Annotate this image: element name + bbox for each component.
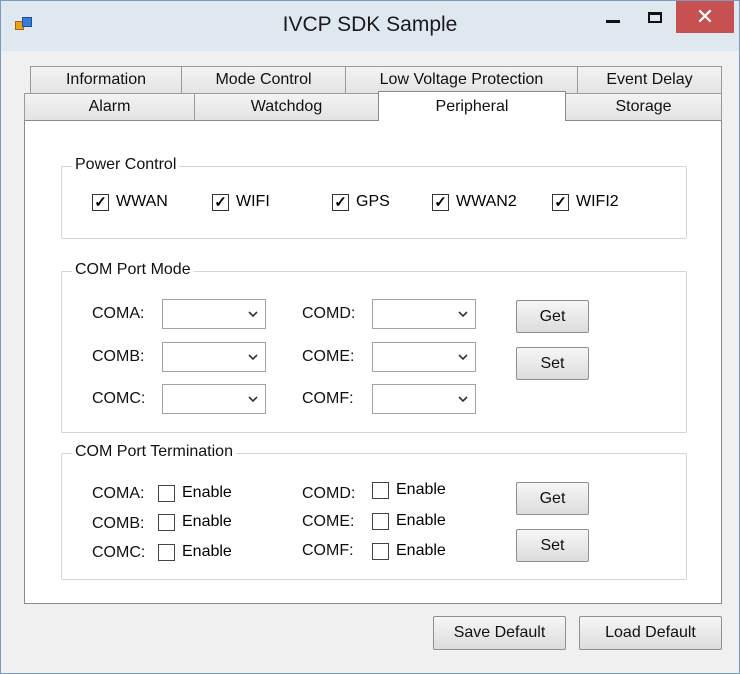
comf-label: COMF: xyxy=(302,390,354,407)
wwan2-checkbox[interactable]: ✓ WWAN2 xyxy=(432,193,517,211)
gps-checkbox[interactable]: ✓ GPS xyxy=(332,193,390,211)
comb-enable-checkbox[interactable]: Enable xyxy=(158,513,232,531)
tab-peripheral[interactable]: Peripheral xyxy=(378,91,566,121)
wifi2-checkbox[interactable]: ✓ WIFI2 xyxy=(552,193,619,211)
load-default-button[interactable]: Load Default xyxy=(579,616,722,650)
termination-set-button[interactable]: Set xyxy=(516,529,589,562)
close-icon: ✕ xyxy=(695,4,715,29)
tab-alarm[interactable]: Alarm xyxy=(24,93,195,120)
com-port-termination-group: COM Port Termination COMA: Enable COMB: … xyxy=(61,443,687,580)
tab-low-voltage-protection[interactable]: Low Voltage Protection xyxy=(345,66,578,93)
checkmark-icon: ✓ xyxy=(212,193,229,211)
com-port-mode-group: COM Port Mode COMA: COMB: COMC: COMD: CO… xyxy=(61,261,687,433)
wifi-checkbox[interactable]: ✓ WIFI xyxy=(212,193,270,211)
tab-storage[interactable]: Storage xyxy=(565,93,722,120)
coma-term-label: COMA: xyxy=(92,485,145,502)
close-button[interactable]: ✕ xyxy=(676,1,734,33)
comc-term-label: COMC: xyxy=(92,544,146,561)
mode-get-button[interactable]: Get xyxy=(516,300,589,333)
tab-mode-control[interactable]: Mode Control xyxy=(181,66,346,93)
chevron-down-icon xyxy=(248,396,258,403)
comd-enable-checkbox[interactable]: Enable xyxy=(372,481,446,499)
chevron-down-icon xyxy=(458,354,468,361)
comb-mode-select[interactable] xyxy=(162,342,266,372)
comb-label: COMB: xyxy=(92,348,145,365)
title-bar[interactable]: IVCP SDK Sample ✕ xyxy=(1,1,739,51)
checkmark-icon: ✓ xyxy=(92,193,109,211)
coma-enable-checkbox[interactable]: Enable xyxy=(158,484,232,502)
minimize-button[interactable] xyxy=(589,1,637,33)
comc-mode-select[interactable] xyxy=(162,384,266,414)
com-port-termination-title: COM Port Termination xyxy=(72,443,236,461)
power-control-title: Power Control xyxy=(72,156,180,174)
come-mode-select[interactable] xyxy=(372,342,476,372)
mode-set-button[interactable]: Set xyxy=(516,347,589,380)
peripheral-tab-panel: Power Control ✓ WWAN ✓ WIFI ✓ GPS ✓ WWAN2 ✓ W… xyxy=(24,120,722,604)
tab-event-delay[interactable]: Event Delay xyxy=(577,66,722,93)
comb-term-label: COMB: xyxy=(92,515,145,532)
comd-mode-select[interactable] xyxy=(372,299,476,329)
chevron-down-icon xyxy=(248,354,258,361)
come-term-label: COME: xyxy=(302,513,355,530)
comc-enable-checkbox[interactable]: Enable xyxy=(158,543,232,561)
coma-label: COMA: xyxy=(92,305,145,322)
checkmark-icon: ✓ xyxy=(432,193,449,211)
checkmark-icon: ✓ xyxy=(332,193,349,211)
main-window: IVCP SDK Sample ✕ Information Mode Contr… xyxy=(0,0,740,674)
coma-mode-select[interactable] xyxy=(162,299,266,329)
come-enable-checkbox[interactable]: Enable xyxy=(372,512,446,530)
comf-enable-checkbox[interactable]: Enable xyxy=(372,542,446,560)
chevron-down-icon xyxy=(458,396,468,403)
tab-watchdog[interactable]: Watchdog xyxy=(194,93,379,120)
comd-label: COMD: xyxy=(302,305,356,322)
maximize-icon xyxy=(648,11,662,23)
termination-get-button[interactable]: Get xyxy=(516,482,589,515)
comf-mode-select[interactable] xyxy=(372,384,476,414)
chevron-down-icon xyxy=(248,311,258,318)
chevron-down-icon xyxy=(458,311,468,318)
tab-information[interactable]: Information xyxy=(30,66,182,93)
client-area: Information Mode Control Low Voltage Pro… xyxy=(9,51,731,667)
save-default-button[interactable]: Save Default xyxy=(433,616,566,650)
come-label: COME: xyxy=(302,348,355,365)
checkmark-icon: ✓ xyxy=(552,193,569,211)
wwan-checkbox[interactable]: ✓ WWAN xyxy=(92,193,168,211)
comd-term-label: COMD: xyxy=(302,485,356,502)
comf-term-label: COMF: xyxy=(302,542,354,559)
maximize-button[interactable] xyxy=(631,1,679,33)
comc-label: COMC: xyxy=(92,390,146,407)
power-control-group: Power Control ✓ WWAN ✓ WIFI ✓ GPS ✓ WWAN2 ✓ W… xyxy=(61,156,687,239)
com-port-mode-title: COM Port Mode xyxy=(72,261,194,279)
minimize-icon xyxy=(606,19,620,23)
